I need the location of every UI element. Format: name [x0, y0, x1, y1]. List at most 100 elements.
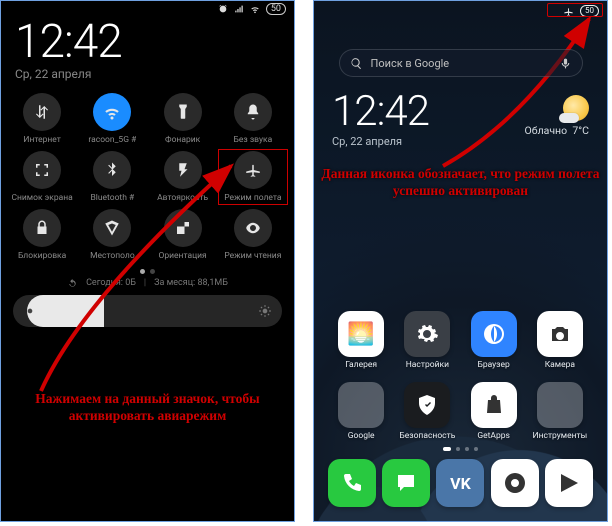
qs-tile-label: Снимок экрана: [11, 193, 72, 203]
autobright-icon: [174, 161, 192, 179]
statusbar: 50: [314, 1, 607, 19]
qs-tile-button[interactable]: [23, 93, 61, 131]
qs-tile-orientation[interactable]: Ориентация: [148, 207, 218, 263]
qs-tile-label: Блокировка: [18, 251, 66, 261]
home-app-grid: 🌅Галерея Настройки Браузер Камера Google Безо…: [314, 311, 607, 441]
app-vk[interactable]: VK: [436, 459, 484, 507]
qs-tile-location[interactable]: Местополо: [77, 207, 147, 263]
google-search-bar[interactable]: Поиск в Google: [339, 49, 583, 77]
app-phone[interactable]: [328, 459, 376, 507]
mic-icon[interactable]: [559, 57, 572, 70]
usage-month: За месяц: 88,1МБ: [154, 278, 228, 289]
wifi-icon: [250, 4, 260, 14]
annotation-highlight-box: [547, 3, 603, 17]
qs-tile-mute[interactable]: Без звука: [218, 91, 288, 147]
app-icon: [471, 311, 517, 357]
qs-tile-wifi[interactable]: racoon_5G #: [77, 91, 147, 147]
qs-tile-label: Без звука: [234, 135, 273, 145]
app-browser[interactable]: Браузер: [461, 311, 527, 370]
qs-tile-label: Режим полета: [224, 193, 281, 203]
flashlight-icon: [174, 103, 192, 121]
brightness-low-icon: [23, 304, 37, 318]
brightness-high-icon: [258, 304, 272, 318]
qs-tile-button[interactable]: [23, 209, 61, 247]
widget-date: Ср, 22 апреля: [332, 135, 525, 148]
qs-tile-internet[interactable]: Интернет: [7, 91, 77, 147]
app-settings[interactable]: Настройки: [394, 311, 460, 370]
screenshot-home-screen: 50 Поиск в Google 12:42 Ср, 22 апреля Об…: [313, 0, 608, 522]
app-label: Инструменты: [533, 431, 588, 441]
clock-time: 12:42: [15, 15, 280, 69]
weather-temp: 7°C: [572, 124, 589, 137]
data-usage-row[interactable]: Сегодня: 0Б | За месяц: 88,1МБ: [1, 278, 294, 295]
qs-tile-button[interactable]: [93, 93, 131, 131]
qs-tile-label: Bluetooth #: [90, 193, 134, 203]
folder-icon: [338, 382, 384, 428]
annotation-caption: Данная иконка обозначает, что режим поле…: [314, 166, 607, 200]
qs-tile-button[interactable]: [234, 151, 272, 189]
usage-today: Сегодня: 0Б: [86, 278, 136, 289]
app-security[interactable]: Безопасность: [394, 382, 460, 441]
app-label: Настройки: [406, 360, 449, 370]
app-gallery[interactable]: 🌅Галерея: [328, 311, 394, 370]
bag-icon: [482, 393, 506, 417]
app-icon: [545, 459, 593, 507]
dock: VK: [314, 451, 607, 515]
app-label: Google: [348, 431, 375, 441]
qs-tile-label: Местополо: [90, 251, 135, 261]
qs-tile-button[interactable]: [93, 151, 131, 189]
app-icon: [382, 459, 430, 507]
app-label: Камера: [545, 360, 575, 370]
qs-tile-lock[interactable]: Блокировка: [7, 207, 77, 263]
app-getapps[interactable]: GetApps: [461, 382, 527, 441]
folder-icon: [537, 382, 583, 428]
app-tools-folder[interactable]: Инструменты: [527, 382, 593, 441]
panel-page-dots: [1, 263, 294, 278]
app-icon: [491, 459, 539, 507]
battery-indicator: 50: [266, 3, 286, 15]
qs-tile-button[interactable]: [164, 151, 202, 189]
weather-icon: [563, 95, 589, 121]
statusbar: 50: [1, 1, 294, 15]
bluetooth-icon: [103, 161, 121, 179]
qs-tile-bluetooth[interactable]: Bluetooth #: [77, 149, 147, 205]
qs-tile-flashlight[interactable]: Фонарик: [148, 91, 218, 147]
camera-icon: [548, 322, 572, 346]
qs-tile-label: Интернет: [23, 135, 60, 145]
screenshot-icon: [33, 161, 51, 179]
orientation-icon: [174, 219, 192, 237]
clock-weather-widget[interactable]: 12:42 Ср, 22 апреля Облачно 7°C: [314, 77, 607, 148]
app-messages[interactable]: [382, 459, 430, 507]
qs-tile-autobright[interactable]: Автояркость: [148, 149, 218, 205]
qs-tile-button[interactable]: [234, 93, 272, 131]
clock-date: Ср, 22 апреля: [15, 67, 280, 81]
app-icon: [328, 459, 376, 507]
qs-tile-button[interactable]: [93, 209, 131, 247]
app-label: Галерея: [345, 360, 377, 370]
app-google-folder[interactable]: Google: [328, 382, 394, 441]
app-play[interactable]: [545, 459, 593, 507]
search-icon: [350, 57, 363, 70]
app-chrome[interactable]: [491, 459, 539, 507]
qs-tile-button[interactable]: [164, 209, 202, 247]
lock-icon: [33, 219, 51, 237]
app-label: Браузер: [477, 360, 509, 370]
app-camera[interactable]: Камера: [527, 311, 593, 370]
qs-tile-button[interactable]: [23, 151, 61, 189]
app-label: Безопасность: [399, 431, 455, 441]
widget-time: 12:42: [332, 91, 525, 133]
qs-tile-screenshot[interactable]: Снимок экрана: [7, 149, 77, 205]
wifi-icon: [103, 103, 121, 121]
app-icon: VK: [436, 459, 484, 507]
qs-tile-button[interactable]: [164, 93, 202, 131]
data-arrows-icon: [33, 103, 51, 121]
search-placeholder: Поиск в Google: [371, 57, 551, 70]
app-label: GetApps: [477, 431, 510, 441]
qs-tile-reading[interactable]: Режим чтения: [218, 207, 288, 263]
qs-tile-label: Ориентация: [159, 251, 207, 261]
qs-tile-airplane[interactable]: Режим полета: [218, 149, 288, 205]
phone-icon: [340, 471, 364, 495]
qs-tile-button[interactable]: [234, 209, 272, 247]
location-icon: [103, 219, 121, 237]
brightness-slider[interactable]: [13, 295, 282, 327]
